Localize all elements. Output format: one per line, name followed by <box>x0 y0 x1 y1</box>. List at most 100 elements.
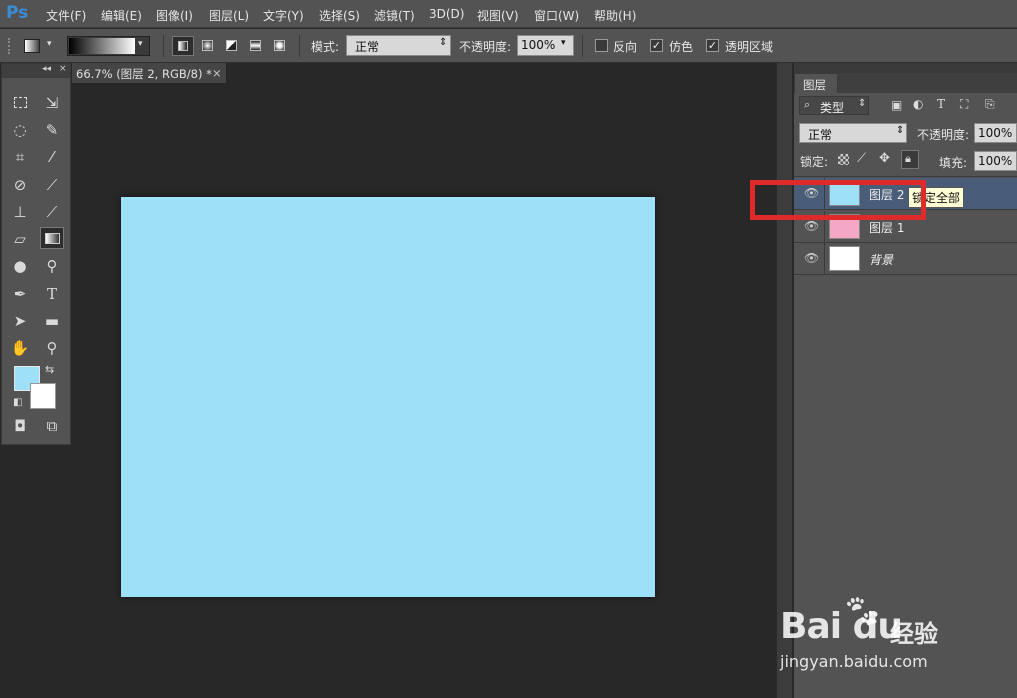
spot-healing-tool[interactable]: ⊘ <box>8 174 32 196</box>
lock-transparency-icon[interactable] <box>838 154 849 165</box>
type-filter-icon[interactable]: T <box>937 97 945 111</box>
menu-help[interactable]: 帮助(H) <box>594 7 636 24</box>
layer-row[interactable]: 👁︎ 背景 <box>794 243 1017 275</box>
menu-3d[interactable]: 3D(D) <box>429 7 464 21</box>
marquee-icon <box>13 97 27 108</box>
tab-layers[interactable]: 图层 <box>794 73 838 93</box>
menu-layer[interactable]: 图层(L) <box>209 7 249 24</box>
eye-icon[interactable]: 👁︎ <box>804 251 819 265</box>
dither-checkbox[interactable]: ✓ <box>650 39 663 52</box>
brush-tool[interactable]: ⟋ <box>40 174 64 196</box>
menu-view[interactable]: 视图(V) <box>477 7 519 24</box>
chevron-down-icon: ▾ <box>138 39 143 49</box>
divider <box>163 35 164 57</box>
image-filter-icon[interactable]: ▣ <box>891 98 902 112</box>
gradient-picker[interactable]: ▾ <box>67 36 150 56</box>
rectangular-marquee-tool[interactable] <box>8 92 32 114</box>
menu-filter[interactable]: 滤镜(T) <box>374 7 415 24</box>
rectangle-tool[interactable]: ▬ <box>40 310 64 332</box>
layer-name[interactable]: 图层 1 <box>869 219 904 236</box>
blend-mode-select[interactable]: 正常 ⇕ <box>799 123 907 143</box>
type-tool[interactable]: T <box>40 283 64 305</box>
lock-all-button[interactable]: 🔒︎ <box>901 150 919 169</box>
diamond-gradient-button[interactable] <box>269 36 291 56</box>
document-tab[interactable]: 66.7% (图层 2, RGB/8) * × <box>72 63 227 83</box>
fill-input[interactable]: 100% <box>974 151 1017 171</box>
crop-tool[interactable]: ⌗ <box>8 146 32 168</box>
history-brush-tool[interactable]: ⟋ <box>40 201 64 223</box>
menu-select[interactable]: 选择(S) <box>319 7 360 24</box>
tool-preset-picker[interactable]: ▾ <box>22 36 60 56</box>
mode-value: 正常 <box>355 40 380 54</box>
eye-icon[interactable]: 👁︎ <box>804 219 819 233</box>
default-colors-icon[interactable]: ◧ <box>13 397 22 408</box>
lock-label: 锁定: <box>800 155 829 169</box>
tools-panel-header[interactable]: ◂◂ × <box>2 64 70 78</box>
linear-gradient-button[interactable] <box>172 36 194 56</box>
gradient-tool[interactable] <box>40 227 64 249</box>
droplet-icon: ● <box>13 257 27 275</box>
adjustment-filter-icon[interactable]: ◐ <box>913 97 923 111</box>
layer-name[interactable]: 背景 <box>869 251 893 268</box>
menu-window[interactable]: 窗口(W) <box>534 7 579 24</box>
menu-file[interactable]: 文件(F) <box>46 7 86 24</box>
shape-filter-icon[interactable]: ⛶ <box>960 97 968 112</box>
swap-colors-icon[interactable]: ⇆ <box>45 363 54 376</box>
eraser-icon: ▱ <box>14 230 26 248</box>
clone-stamp-tool[interactable]: ⊥ <box>8 201 32 223</box>
divider <box>582 35 583 57</box>
bandage-icon: ⊘ <box>13 176 27 194</box>
lock-pixels-icon[interactable]: ⟋ <box>857 151 866 166</box>
lock-position-icon[interactable]: ✥ <box>879 151 890 166</box>
fill-value: 100% <box>978 154 1013 168</box>
layer-filter-value: 类型 <box>820 101 845 115</box>
eraser-tool[interactable]: ▱ <box>8 228 32 250</box>
pen-tool[interactable]: ✒ <box>8 283 32 305</box>
close-icon[interactable]: × <box>59 64 67 74</box>
blur-tool[interactable]: ● <box>8 255 32 277</box>
stepper-icon: ⇕ <box>858 98 867 109</box>
reflected-gradient-button[interactable] <box>245 36 267 56</box>
dither-label: 仿色 <box>669 40 694 54</box>
hand-icon: ✋ <box>10 339 30 357</box>
lasso-tool[interactable]: ◌ <box>8 119 32 141</box>
menu-type[interactable]: 文字(Y) <box>263 7 304 24</box>
smart-object-filter-icon[interactable]: ⎘ <box>985 97 995 112</box>
dodge-icon: ⚲ <box>46 257 58 275</box>
angle-gradient-button[interactable] <box>221 36 243 56</box>
path-selection-tool[interactable]: ➤ <box>8 310 32 332</box>
document-canvas[interactable] <box>121 197 655 597</box>
close-icon[interactable]: × <box>212 66 222 80</box>
collapse-icon[interactable]: ◂◂ <box>42 64 51 74</box>
move-tool[interactable]: ⇲ <box>40 92 64 114</box>
lasso-icon: ◌ <box>13 121 27 139</box>
layer-filter-select[interactable]: ⌕ 类型 ⇕ <box>799 96 869 115</box>
transparency-checkbox[interactable]: ✓ <box>706 39 719 52</box>
options-grip <box>8 38 16 54</box>
quick-mask-button[interactable]: ◘ <box>8 415 32 437</box>
fill-label: 填充: <box>939 156 968 170</box>
radial-gradient-button[interactable] <box>197 36 219 56</box>
tools-panel: ◂◂ × ⇲ ◌ ✎ ⌗ ⁄ ⊘ ⟋ ⊥ ⟋ ▱ ● ⚲ ✒ T ➤ ▬ ✋ ⚲… <box>1 63 71 445</box>
opacity-label: 不透明度: <box>459 40 512 54</box>
gradient-preview <box>69 38 135 54</box>
checkmark-icon: ✓ <box>707 39 718 52</box>
diamond-gradient-icon <box>274 40 285 51</box>
gradient-tool-icon <box>24 39 40 53</box>
zoom-tool[interactable]: ⚲ <box>40 337 64 359</box>
quick-selection-tool[interactable]: ✎ <box>40 119 64 141</box>
menu-edit[interactable]: 编辑(E) <box>101 7 142 24</box>
angle-gradient-icon <box>226 40 237 51</box>
menu-image[interactable]: 图像(I) <box>156 7 193 24</box>
screen-mode-button[interactable]: ⧉ <box>40 415 64 437</box>
dodge-tool[interactable]: ⚲ <box>40 255 64 277</box>
reverse-checkbox[interactable] <box>595 39 608 52</box>
opacity-input[interactable]: 100% ▾ <box>517 35 574 56</box>
baidu-jingyan-watermark: 🐾︎ Bai du 经验 jingyan.baidu.com <box>780 588 980 678</box>
mode-select[interactable]: 正常 ⇕ <box>346 35 451 56</box>
background-color-swatch[interactable] <box>30 383 56 409</box>
hand-tool[interactable]: ✋ <box>8 337 32 359</box>
layer-opacity-input[interactable]: 100% <box>974 123 1017 143</box>
history-brush-icon: ⟋ <box>46 203 58 221</box>
eyedropper-tool[interactable]: ⁄ <box>40 146 64 168</box>
